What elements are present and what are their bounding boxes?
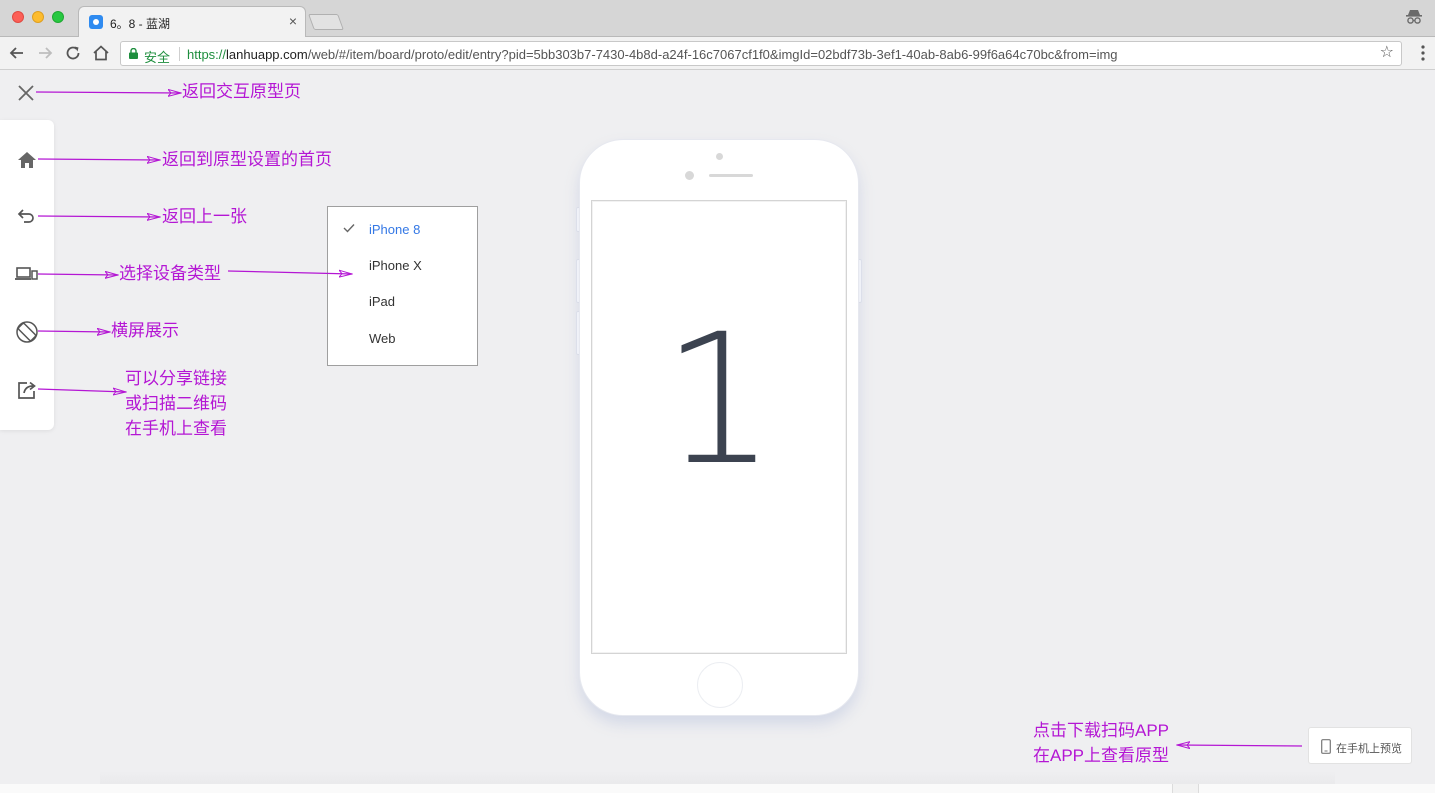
devices-icon [15, 267, 38, 280]
device-option-label: iPhone X [369, 258, 422, 273]
incognito-icon [1406, 10, 1422, 24]
device-option-web[interactable]: Web [328, 321, 477, 357]
window-close-button[interactable] [12, 11, 24, 23]
secure-label: 安全 [144, 50, 171, 65]
checkmark-icon [343, 224, 355, 233]
annotation-share-line1: 可以分享链接 [125, 369, 227, 388]
browser-toolbar: 安全 https://lanhuapp.com/web/#/item/board… [0, 37, 1435, 70]
previous-button[interactable] [14, 203, 40, 229]
annotation-device: 选择设备类型 [119, 264, 221, 283]
share-button[interactable] [14, 377, 40, 403]
address-divider [179, 47, 180, 61]
home-browser-icon[interactable] [91, 43, 111, 63]
device-option-iphonex[interactable]: iPhone X [328, 248, 477, 284]
device-select-button[interactable] [14, 261, 40, 287]
bookmark-star-icon[interactable]: ☆ [1380, 45, 1394, 61]
scrollbar-thumb[interactable] [1172, 784, 1199, 793]
new-tab-button[interactable] [308, 14, 344, 30]
annotation-share-line2: 或扫描二维码 [125, 394, 227, 413]
device-dropdown-menu: iPhone 8 iPhone X iPad Web [327, 206, 478, 366]
url-scheme: https:// [187, 47, 227, 62]
annotation-home: 返回到原型设置的首页 [162, 150, 332, 169]
device-option-ipad[interactable]: iPad [328, 284, 477, 320]
rotate-screen-icon [16, 321, 38, 343]
annotation-app-line2: 在APP上查看原型 [1033, 746, 1170, 765]
annotation-rotate: 横屏展示 [111, 321, 179, 340]
horizontal-scrollbar[interactable] [0, 784, 1435, 793]
lock-icon [129, 48, 138, 59]
annotation-app-line1: 点击下载扫码APP [1033, 721, 1170, 740]
device-option-label: Web [369, 331, 396, 346]
screen-content-number: 1 [661, 296, 777, 505]
lanhu-favicon-icon [89, 15, 103, 29]
device-option-label: iPhone 8 [369, 222, 421, 237]
device-option-iphone8[interactable]: iPhone 8 [328, 212, 477, 248]
home-button[interactable] [14, 147, 40, 173]
url-host: lanhuapp.com [226, 47, 308, 62]
address-bar[interactable]: 安全 https://lanhuapp.com/web/#/item/board… [120, 41, 1402, 66]
preview-on-phone-button[interactable]: 在手机上预览 [1308, 727, 1412, 764]
window-zoom-button[interactable] [52, 11, 64, 23]
browser-tab[interactable]: 6。8 - 蓝湖 × [78, 6, 306, 38]
phone-icon [1321, 739, 1331, 754]
forward-arrow-icon[interactable] [35, 43, 55, 63]
back-arrow-icon[interactable] [7, 43, 27, 63]
phone-camera [685, 171, 694, 180]
browser-tab-bar: 6。8 - 蓝湖 × [0, 0, 1435, 38]
url-text[interactable]: https://lanhuapp.com/web/#/item/board/pr… [187, 47, 1118, 62]
preview-button-label: 在手机上预览 [1336, 743, 1402, 755]
phone-frame: 1 [579, 139, 859, 716]
phone-screen[interactable]: 1 [591, 200, 847, 654]
share-icon [18, 381, 36, 399]
rotate-button[interactable] [14, 319, 40, 345]
kebab-menu-icon[interactable] [1421, 45, 1425, 61]
tab-title: 6。8 - 蓝湖 [110, 17, 171, 31]
phone-speaker [709, 174, 753, 177]
undo-arrow-icon [17, 209, 34, 223]
close-icon[interactable] [16, 83, 36, 103]
home-icon [18, 152, 36, 168]
tab-close-icon[interactable]: × [289, 13, 297, 29]
reload-icon[interactable] [63, 43, 83, 63]
annotation-share-line3: 在手机上查看 [125, 419, 227, 438]
device-option-label: iPad [369, 294, 396, 309]
url-path: /web/#/item/board/proto/edit/entry?pid=5… [307, 47, 1118, 62]
phone-sensor [716, 153, 723, 160]
annotation-back: 返回上一张 [162, 207, 247, 226]
window-minimize-button[interactable] [32, 11, 44, 23]
annotation-close: 返回交互原型页 [182, 82, 301, 101]
side-toolbar [0, 120, 54, 430]
phone-home-button [697, 662, 743, 708]
